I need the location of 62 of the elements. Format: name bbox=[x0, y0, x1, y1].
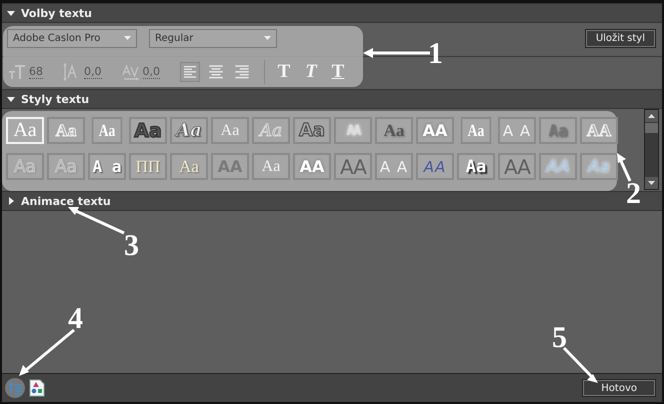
annotation-number: 3 bbox=[124, 231, 139, 261]
annotation-number: 4 bbox=[68, 304, 83, 334]
text-style-swatch[interactable]: AA bbox=[334, 117, 372, 144]
expand-triangle-icon[interactable] bbox=[7, 197, 15, 205]
text-style-swatch[interactable]: Aa bbox=[92, 117, 122, 144]
scroll-up-icon[interactable] bbox=[648, 114, 655, 118]
align-left-icon[interactable] bbox=[180, 62, 200, 82]
text-style-swatch[interactable]: AA bbox=[580, 117, 618, 144]
text-style-swatch[interactable]: AA bbox=[293, 153, 331, 180]
text-style-swatch[interactable]: Aa bbox=[211, 117, 249, 144]
text-style-swatch[interactable]: Aa bbox=[460, 117, 492, 144]
annotation-arrow bbox=[562, 346, 598, 383]
collapse-triangle-icon[interactable] bbox=[7, 9, 15, 17]
text-style-swatch[interactable]: A a bbox=[88, 153, 126, 180]
section-title[interactable]: Animace textu bbox=[21, 194, 111, 208]
text-style-swatch[interactable]: Aa bbox=[293, 117, 331, 144]
text-style-swatch[interactable]: Aa bbox=[252, 153, 290, 180]
font-style-dropdown[interactable]: Regular bbox=[149, 28, 277, 48]
italic-text-button[interactable]: T bbox=[302, 61, 320, 83]
dropdown-arrow-icon bbox=[264, 36, 271, 40]
text-style-swatch[interactable]: A A bbox=[498, 117, 536, 144]
annotation-number: 5 bbox=[552, 323, 567, 353]
leading-value[interactable]: 0,0 bbox=[84, 66, 102, 78]
kerning-value[interactable]: 0,0 bbox=[142, 66, 160, 78]
annotation-arrow bbox=[19, 328, 75, 376]
text-style-swatch[interactable]: ΠΠ bbox=[129, 153, 167, 180]
scroll-down-icon[interactable] bbox=[648, 181, 655, 185]
underline-text-button[interactable]: T bbox=[329, 61, 347, 83]
text-style-swatch[interactable]: Aa bbox=[170, 153, 208, 180]
text-style-swatch[interactable]: AA bbox=[416, 117, 454, 144]
text-style-swatch[interactable]: Aa bbox=[170, 117, 208, 144]
text-style-swatch[interactable]: Aa bbox=[375, 117, 413, 144]
dropdown-arrow-icon bbox=[124, 36, 131, 40]
text-style-swatch[interactable]: Aa bbox=[457, 153, 495, 180]
collapse-triangle-icon[interactable] bbox=[7, 95, 15, 103]
annotation-arrow bbox=[617, 153, 632, 182]
annotation-number: 2 bbox=[626, 179, 641, 209]
scrollbar[interactable] bbox=[644, 109, 659, 190]
text-style-swatch[interactable]: AA bbox=[334, 153, 372, 180]
annotation-arrow bbox=[68, 207, 125, 234]
font-size-icon bbox=[8, 63, 26, 81]
shapes-document-icon[interactable] bbox=[29, 379, 45, 397]
text-style-swatch[interactable]: AA bbox=[498, 153, 536, 180]
kerning-icon bbox=[122, 63, 140, 81]
text-style-swatch[interactable]: Aa bbox=[539, 117, 577, 144]
font-size-value[interactable]: 68 bbox=[29, 66, 43, 78]
annotation-number: 1 bbox=[428, 39, 443, 69]
text-style-swatch[interactable]: AA bbox=[416, 153, 454, 180]
text-style-swatch[interactable]: Aa bbox=[6, 117, 44, 144]
section-title[interactable]: Styly textu bbox=[21, 92, 90, 106]
text-style-swatch[interactable]: Aa bbox=[47, 117, 85, 144]
text-style-swatch[interactable]: Aa bbox=[580, 153, 618, 180]
scroll-thumb[interactable] bbox=[645, 123, 658, 133]
save-style-button[interactable]: Uložit styl bbox=[584, 28, 656, 48]
bold-text-button[interactable]: T bbox=[275, 61, 293, 83]
text-style-swatch[interactable]: Aa bbox=[129, 117, 167, 144]
font-dropdown[interactable]: Adobe Caslon Pro bbox=[7, 28, 137, 48]
done-button[interactable]: Hotovo bbox=[582, 379, 656, 397]
annotation-arrow bbox=[363, 48, 430, 58]
text-style-swatch[interactable]: AA bbox=[539, 153, 577, 180]
text-style-swatch[interactable]: A A bbox=[375, 153, 413, 180]
section-title[interactable]: Volby textu bbox=[21, 6, 92, 20]
